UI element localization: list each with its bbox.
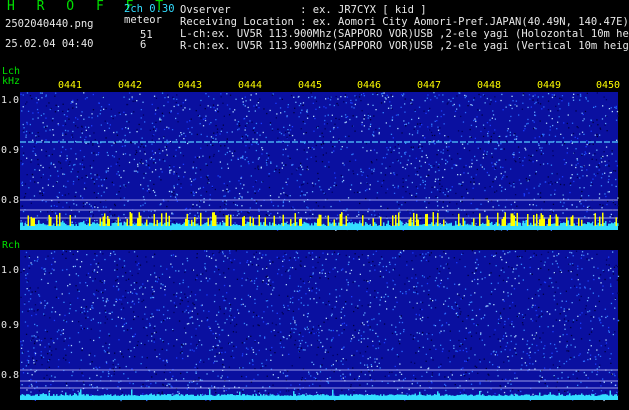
time-label: 0444 — [238, 80, 263, 91]
time-label: 0450 — [596, 80, 621, 91]
rch-waterfall — [20, 250, 620, 402]
time-label: 0449 — [537, 80, 562, 91]
time-label: 0446 — [357, 80, 382, 91]
lch-ylabel-0-8: 0.8 — [1, 195, 20, 206]
rch-ylabel-1-0: 1.0 — [1, 265, 20, 276]
time-label: 0441 — [58, 80, 83, 91]
lch-ylabel-1-0: 1.0 — [1, 95, 20, 106]
spectrogram-canvas — [20, 92, 620, 402]
lch-ylabel-0-9: 0.9 — [1, 145, 20, 156]
time-label: 0442 — [118, 80, 143, 91]
time-label: 0443 — [178, 80, 203, 91]
rch-label: Rch — [2, 240, 21, 251]
rch-ylabel-0-9: 0.9 — [1, 320, 20, 331]
lch-waterfall — [20, 92, 619, 231]
lch-unit: kHz — [2, 76, 21, 87]
rch-ylabel-0-8: 0.8 — [1, 370, 20, 381]
time-label: 0448 — [477, 80, 502, 91]
time-label: 0447 — [417, 80, 442, 91]
time-label: 0445 — [298, 80, 323, 91]
